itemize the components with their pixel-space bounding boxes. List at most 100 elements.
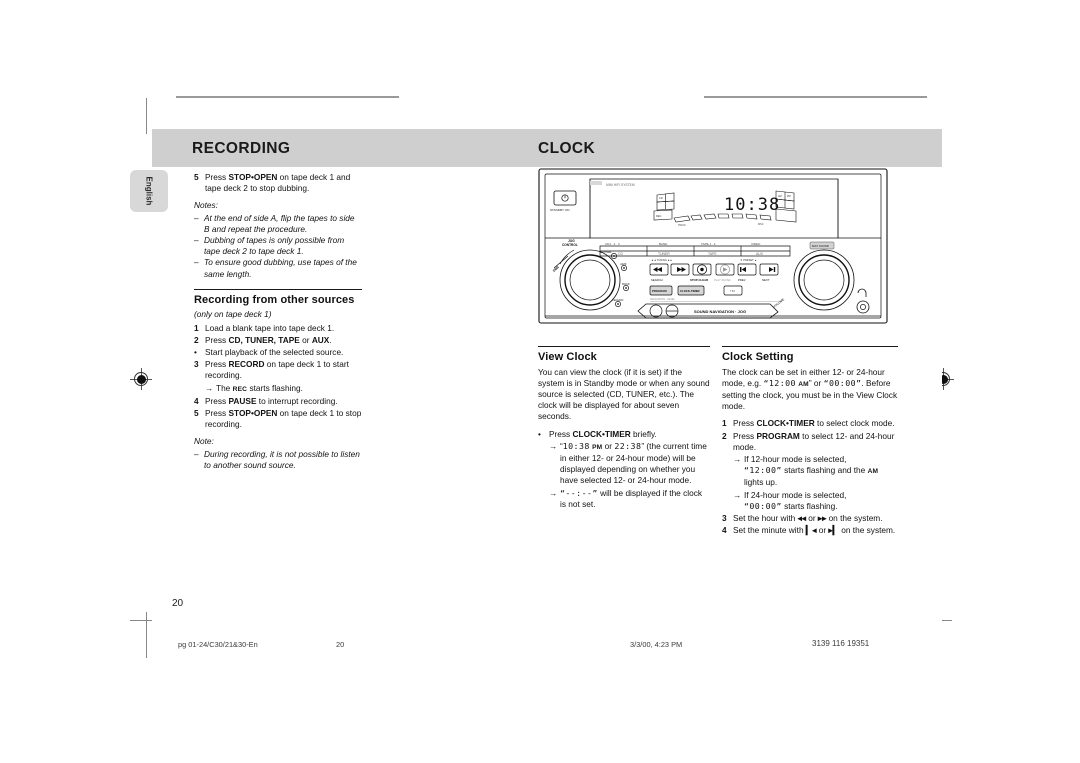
standby-label: STANDBY·ON: [550, 208, 569, 212]
step-text-post: to select clock mode.: [814, 418, 895, 429]
lcd-example-24h: “00:00”: [823, 377, 862, 388]
step-number: 2: [194, 334, 199, 345]
arrow-marker: →: [733, 489, 742, 500]
keyword-pause: PAUSE: [228, 395, 257, 406]
step-text: Start playback of the selected source.: [205, 347, 344, 358]
svg-text:AM: AM: [778, 195, 782, 198]
substep-line1: If 24-hour mode is selected,: [744, 489, 847, 500]
svg-text:CD: CD: [659, 196, 663, 200]
source-button-cd: CD: [618, 252, 623, 256]
keyword-clock-timer-2: CLOCK•TIMER: [756, 418, 815, 429]
source-top-cd: CD1 · 2 · 3: [605, 242, 620, 246]
step-item: 5 Press STOP•OPEN on tape deck 1 to stop…: [194, 408, 362, 430]
step-text-post: to interrupt recording.: [256, 395, 338, 406]
step-item: 2 Press PROGRAM to select 12- and 24-hou…: [722, 431, 898, 453]
step-text-pre: Set the hour with: [733, 513, 798, 524]
step-text-pre: Press: [733, 430, 757, 441]
indicator-am-2: AM: [867, 468, 879, 476]
step-text: Press PAUSE to interrupt recording.: [205, 396, 362, 407]
manual-page: RECORDING CLOCK English 5 Press STOP•OPE…: [130, 98, 942, 658]
dash-marker: –: [194, 235, 199, 246]
svg-text:TRACK: TRACK: [678, 224, 686, 227]
print-sheet: RECORDING CLOCK English 5 Press STOP•OPE…: [0, 0, 1080, 763]
substep-mid: or: [602, 440, 615, 451]
column-recording: 5 Press STOP•OPEN on tape deck 1 and tap…: [194, 172, 362, 471]
footer-filename: pg 01-24/C30/21&30-En: [178, 640, 258, 649]
step-text: Press PROGRAM to select 12- and 24-hour …: [733, 431, 898, 453]
rewind-icon: ◂◂: [797, 513, 806, 524]
registration-mark-left: [130, 368, 152, 390]
indicator-rec: REC: [232, 385, 248, 393]
step-text-mid: or: [816, 525, 829, 536]
label-search: SEARCH: [651, 278, 663, 282]
section-divider: [194, 288, 362, 291]
step-item: 5 Press STOP•OPEN on tape deck 1 and tap…: [194, 172, 362, 194]
source-button-tuner: TUNER: [658, 252, 670, 256]
sound-navigation-label: SOUND NAVIGATION · JOG: [694, 309, 746, 314]
footer-page: 20: [336, 640, 345, 649]
label-next: NEXT: [762, 278, 770, 282]
step-text-post: .: [329, 334, 332, 345]
source-top-tape: TAPE 1 · 2: [701, 242, 716, 246]
step-item: 3 Set the hour with ◂◂ or ▸▸ on the syst…: [722, 513, 898, 524]
source-top-video: VIDEO: [751, 242, 761, 246]
dash-marker: –: [194, 212, 199, 223]
lcd-time-24h: 22:38: [614, 440, 642, 451]
dash-marker: –: [194, 448, 199, 459]
button-clock-timer: CLOCK·TIMER: [680, 289, 700, 293]
note-item: – During recording, it is not possible t…: [194, 449, 362, 471]
view-clock-intro: You can view the clock (if it is set) if…: [538, 366, 710, 422]
notes-label: Notes:: [194, 200, 218, 211]
step-text-mid: or: [805, 513, 818, 524]
note-text: During recording, it is not possible to …: [204, 448, 360, 470]
substep-item: → If 12-hour mode is selected, “12:00” st…: [722, 454, 898, 489]
preset-jazz: JAZZ: [620, 262, 627, 266]
substep-item: → If 24-hour mode is selected, “00:00” st…: [722, 490, 898, 512]
trim-line-bl-v: [146, 612, 147, 658]
note-text: To ensure good dubbing, use tapes of the…: [204, 257, 357, 279]
step-text: Press STOP•OPEN on tape deck 1 and tape …: [205, 172, 362, 194]
bullet-text: Press CLOCK•TIMER briefly.: [549, 429, 710, 440]
substep-tail: starts flashing.: [781, 500, 838, 511]
keyword-clock-timer: CLOCK•TIMER: [572, 428, 631, 439]
step-text: Set the hour with ◂◂ or ▸▸ on the system…: [733, 513, 898, 524]
section-divider: [538, 346, 710, 348]
next-track-icon: ▸▎: [828, 525, 839, 536]
svg-text:DISC: DISC: [758, 224, 764, 226]
keyword-aux: AUX: [311, 334, 330, 345]
note-item: – At the end of side A, flip the tapes t…: [194, 213, 362, 235]
indicator-am: AM: [798, 380, 809, 388]
keyword-sources: CD, TUNER, TAPE: [228, 334, 300, 345]
label-play-pause: PLAY·PAUSE: [714, 278, 731, 282]
bullet-pre: Press: [549, 428, 573, 439]
tuning-label: ◄◄ TUNING ►►: [651, 258, 673, 262]
bullet-marker: •: [194, 347, 197, 358]
keyword-stop-open-2: STOP•OPEN: [228, 408, 278, 419]
page-title-clock: CLOCK: [538, 140, 596, 157]
fast-forward-icon: ▸▸: [817, 513, 827, 524]
step-item: 3 Press RECORD on tape deck 1 to start r…: [194, 359, 362, 381]
step-text: Press STOP•OPEN on tape deck 1 to stop r…: [205, 408, 362, 430]
section-subtitle: (only on tape deck 1): [194, 309, 272, 320]
step-text-pre: Press: [733, 418, 757, 429]
section-title-view-clock: View Clock: [538, 351, 597, 364]
substep-text: If 24-hour mode is selected, “00:00” star…: [744, 490, 898, 512]
footer-doc-number: 3139 116 19351: [812, 639, 870, 648]
step-item: 1 Press CLOCK•TIMER to select clock mode…: [722, 418, 898, 429]
bullet-item: • Press CLOCK•TIMER briefly.: [538, 429, 710, 440]
bullet-marker: •: [538, 428, 541, 439]
preset-techno: TECHNO: [612, 298, 623, 302]
arrow-marker: →: [733, 454, 742, 465]
clock-setting-intro: The clock can be set in either 12- or 24…: [722, 367, 898, 413]
language-tab-label: English: [144, 176, 154, 206]
substep-item: → “10:38 PM or 22:38” (the current time …: [538, 441, 710, 487]
navigation-level-label: NAVIGATION · LEVEL: [650, 298, 676, 301]
step-text: Set the minute with ▎◂ or ▸▎ on the syst…: [733, 525, 898, 536]
substep-line1: If 12-hour mode is selected,: [744, 454, 847, 465]
label-stop-clear: STOP·CLEAR: [690, 278, 708, 282]
step-number: 3: [722, 513, 727, 524]
brand-text: MINI HIFI SYSTEM: [606, 183, 635, 187]
step-text: Load a blank tape into tape deck 1.: [205, 322, 335, 333]
section-divider: [722, 346, 898, 348]
step-text-pre: Press: [205, 359, 229, 370]
